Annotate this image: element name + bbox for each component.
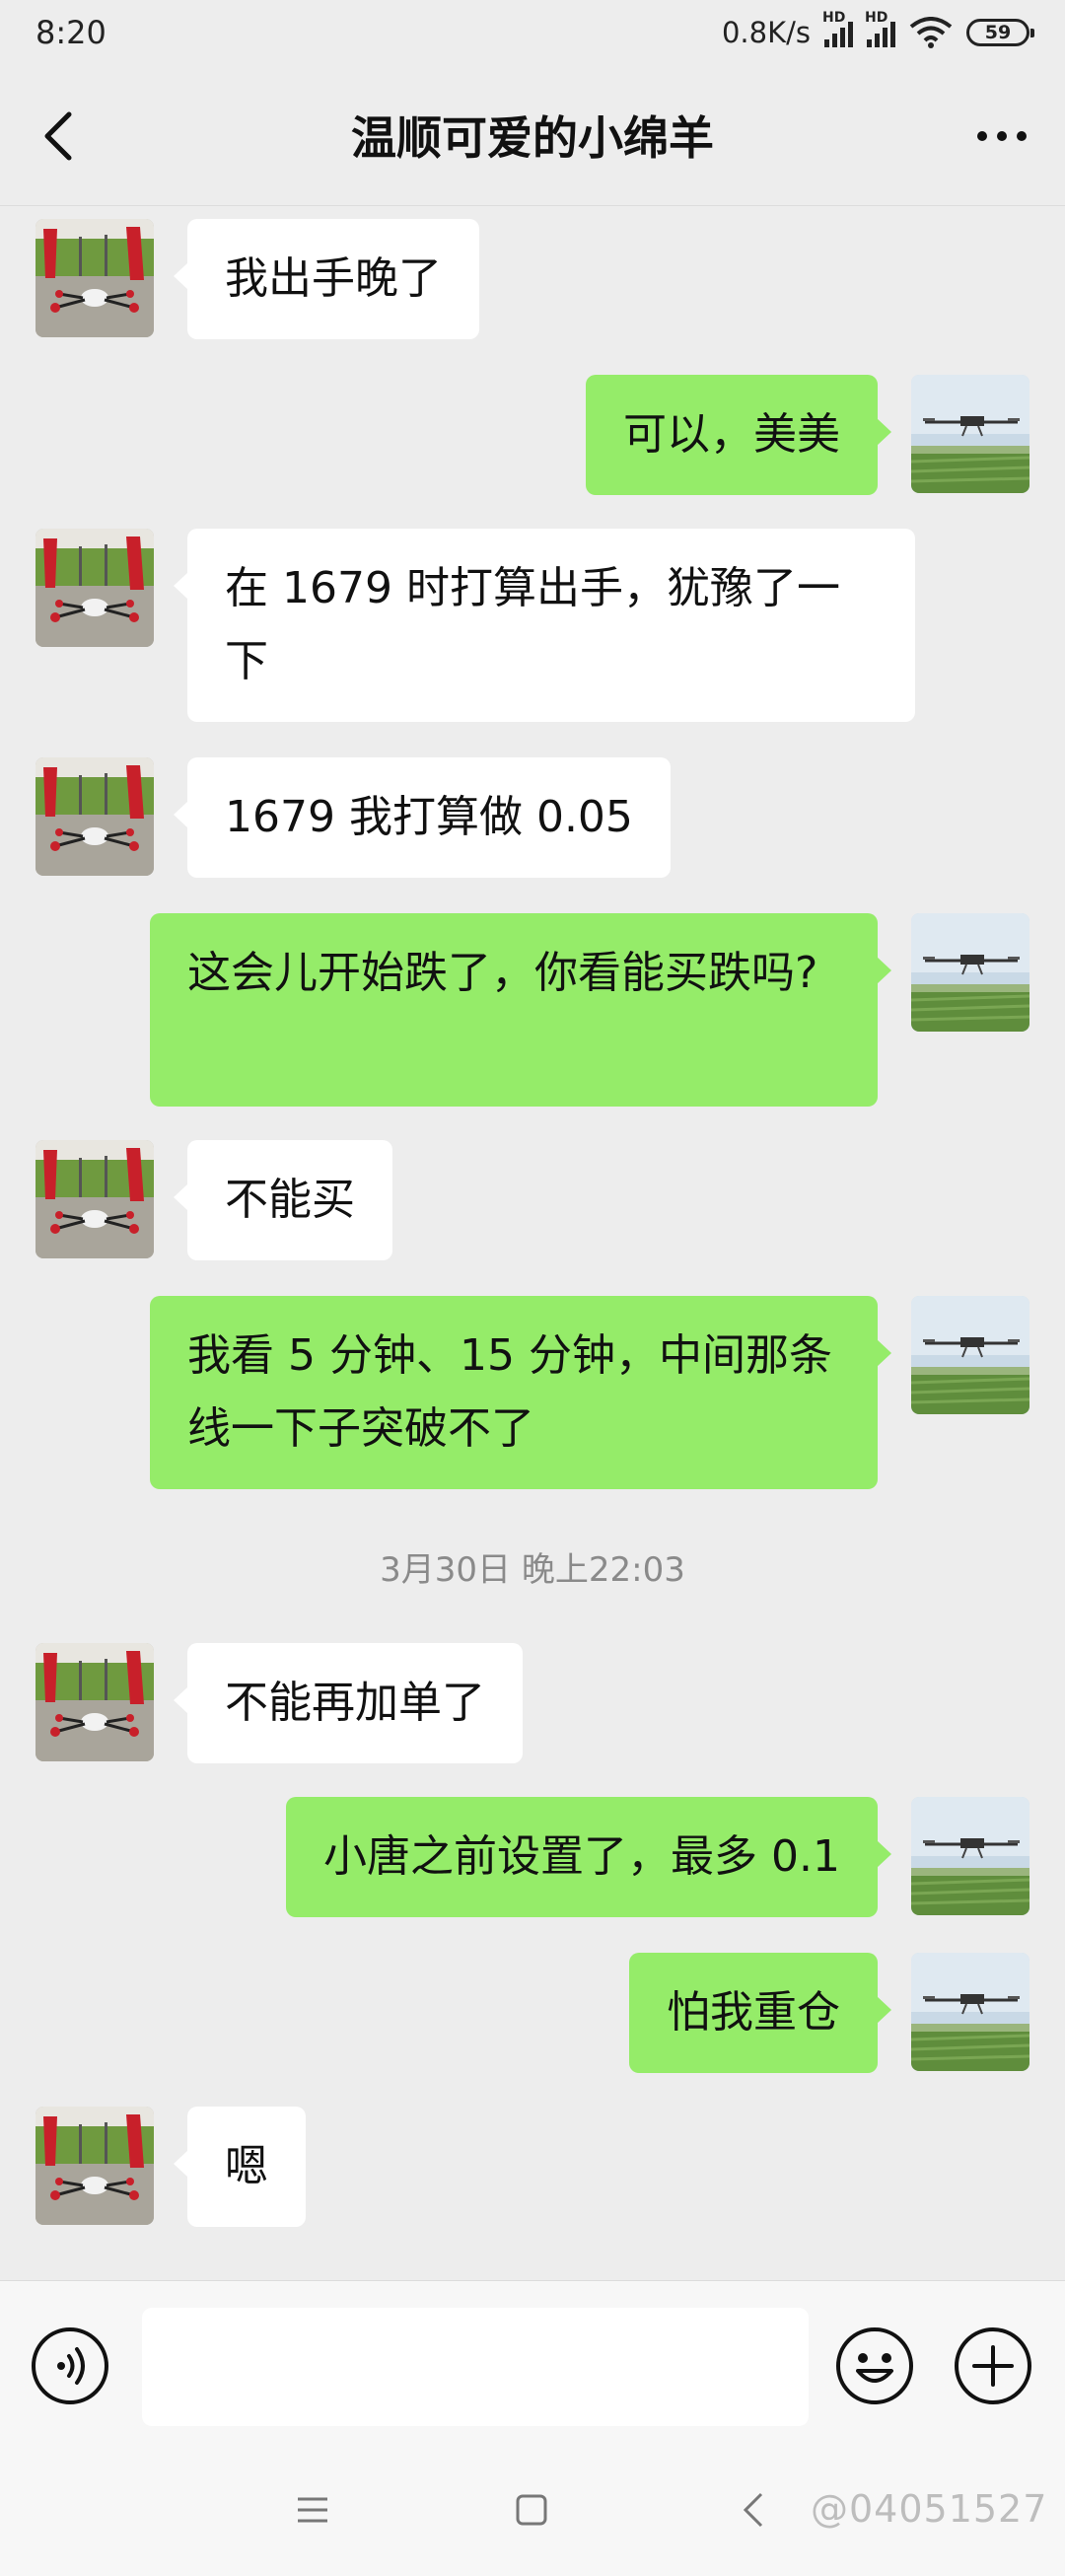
message-bubble-sent[interactable]: 可以，美美 xyxy=(586,375,891,495)
home-icon[interactable] xyxy=(515,2493,548,2527)
signal-icon: HD xyxy=(822,10,853,47)
contact-avatar[interactable] xyxy=(36,529,154,647)
contact-avatar[interactable] xyxy=(36,219,154,337)
status-bar: 8:20 0.8K/s HD HD 59 xyxy=(0,0,1065,65)
message-bubble-received[interactable]: 嗯 xyxy=(174,2107,306,2227)
my-avatar[interactable] xyxy=(911,913,1030,1032)
my-avatar[interactable] xyxy=(911,1797,1030,1915)
hd-label: HD xyxy=(822,10,846,26)
message-bubble-received[interactable]: 1679 我打算做 0.05 xyxy=(174,757,671,878)
chat-title: 温顺可爱的小绵羊 xyxy=(351,111,714,165)
message-bubble-sent[interactable]: 我看 5 分钟、15 分钟，中间那条线一下子突破不了 xyxy=(150,1296,891,1489)
signal-icon-2: HD xyxy=(865,10,895,47)
message-bubble-received[interactable]: 不能买 xyxy=(174,1140,392,1260)
contact-avatar[interactable] xyxy=(36,757,154,876)
message-timestamp: 3月30日 晚上22:03 xyxy=(380,1550,685,1590)
my-avatar[interactable] xyxy=(911,1953,1030,2071)
status-indicators: 0.8K/s HD HD 59 xyxy=(721,10,1034,49)
chat-screen: 8:20 0.8K/s HD HD 59 温顺可爱的小绵羊 我出手晚了 可以，美… xyxy=(0,0,1065,2576)
emoji-icon[interactable] xyxy=(834,2326,915,2406)
my-avatar[interactable] xyxy=(911,375,1030,493)
message-bubble-received[interactable]: 在 1679 时打算出手，犹豫了一下 xyxy=(174,529,915,722)
network-speed: 0.8K/s xyxy=(721,16,811,49)
plus-icon[interactable] xyxy=(953,2326,1033,2406)
message-bubble-received[interactable]: 我出手晚了 xyxy=(174,219,479,339)
contact-avatar[interactable] xyxy=(36,1643,154,1761)
wifi-icon xyxy=(909,17,953,48)
status-time: 8:20 xyxy=(36,14,106,51)
watermark: @04051527 xyxy=(811,2487,1048,2531)
my-avatar[interactable] xyxy=(911,1296,1030,1414)
message-bubble-received[interactable]: 不能再加单了 xyxy=(174,1643,523,1763)
contact-avatar[interactable] xyxy=(36,1140,154,1258)
more-dots-icon[interactable] xyxy=(974,122,1030,150)
input-bar xyxy=(0,2280,1065,2449)
system-navigation-bar: @04051527 xyxy=(0,2448,1065,2576)
back-icon[interactable] xyxy=(742,2491,765,2529)
hd-label-2: HD xyxy=(865,10,888,26)
voice-icon[interactable] xyxy=(30,2326,110,2406)
chevron-left-icon[interactable] xyxy=(36,108,83,164)
menu-icon[interactable] xyxy=(296,2495,329,2525)
chat-header: 温顺可爱的小绵羊 xyxy=(0,65,1065,206)
battery-icon: 59 xyxy=(966,19,1034,46)
message-bubble-sent[interactable]: 这会儿开始跌了，你看能买跌吗? xyxy=(150,913,891,1107)
message-bubble-sent[interactable]: 小唐之前设置了，最多 0.1 xyxy=(286,1797,891,1917)
message-bubble-sent[interactable]: 怕我重仓 xyxy=(629,1953,891,2073)
contact-avatar[interactable] xyxy=(36,2107,154,2225)
message-input[interactable] xyxy=(142,2308,809,2426)
